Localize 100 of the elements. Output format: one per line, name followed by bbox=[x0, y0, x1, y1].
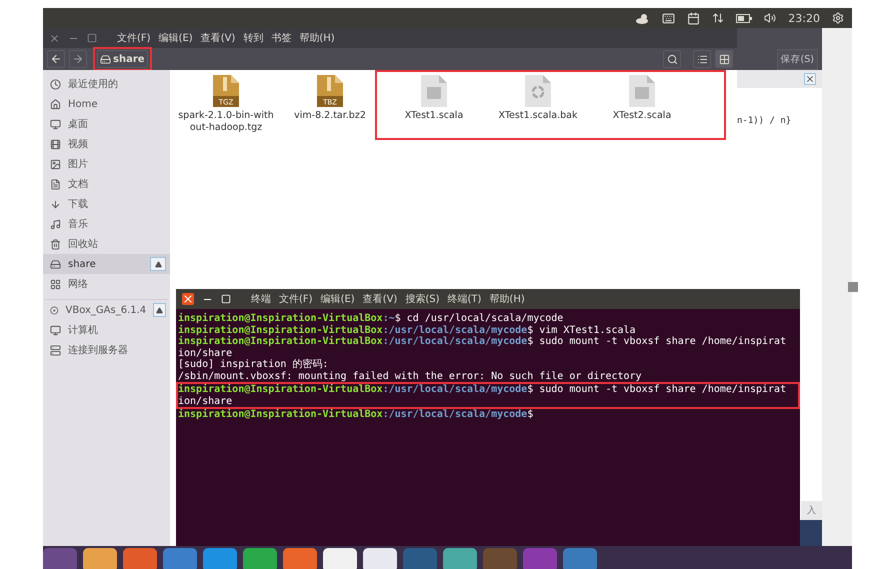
menu-item[interactable]: 编辑(E) bbox=[158, 31, 193, 45]
recycle-file-icon bbox=[525, 75, 551, 107]
keyboard-icon[interactable] bbox=[662, 12, 676, 24]
sidebar-label: 网络 bbox=[68, 278, 89, 291]
sidebar-item[interactable]: 连接到服务器 bbox=[43, 340, 170, 360]
menu-item[interactable]: 编辑(E) bbox=[320, 292, 355, 306]
back-icon bbox=[50, 53, 62, 65]
forward-icon bbox=[72, 53, 84, 65]
code-text: n-1)) / n} bbox=[737, 116, 792, 126]
save-button[interactable]: 保存(S) bbox=[776, 49, 818, 70]
close-icon[interactable] bbox=[182, 293, 194, 305]
file-name: XTest1.scala.bak bbox=[498, 110, 578, 122]
eject-button[interactable] bbox=[150, 257, 166, 271]
app-icon[interactable] bbox=[323, 548, 357, 569]
calendar-icon[interactable] bbox=[687, 12, 700, 24]
sidebar-label: 下载 bbox=[68, 198, 89, 211]
sidebar-item[interactable]: 音乐 bbox=[43, 214, 170, 234]
network-icon[interactable] bbox=[712, 12, 724, 24]
eject-button[interactable] bbox=[153, 303, 166, 317]
file-icon bbox=[629, 75, 655, 107]
sidebar-label: 音乐 bbox=[68, 218, 89, 231]
sidebar-label: VBox_GAs_6.1.4 bbox=[66, 304, 146, 316]
eject-icon bbox=[154, 260, 162, 268]
file-name: vim-8.2.tar.bz2 bbox=[293, 110, 367, 122]
power-icon[interactable] bbox=[832, 12, 844, 24]
app-icon[interactable] bbox=[363, 548, 397, 569]
sidebar-label: Home bbox=[68, 98, 99, 110]
sidebar-label: 图片 bbox=[68, 158, 89, 171]
sidebar-label: 计算机 bbox=[68, 324, 99, 337]
menu-item[interactable]: 转到 bbox=[243, 31, 264, 45]
sidebar-item[interactable]: 最近使用的 bbox=[43, 74, 170, 94]
terminal-line: /sbin/mount.vboxsf: mounting failed with the error: No such file or directory bbox=[178, 370, 643, 382]
sidebar-item[interactable]: Home bbox=[43, 94, 170, 114]
sidebar-item[interactable]: VBox_GAs_6.1.4 bbox=[43, 300, 170, 320]
drive-icon bbox=[100, 54, 111, 64]
file-item[interactable]: XTest2.scala bbox=[590, 75, 694, 138]
grid-icon bbox=[50, 278, 61, 290]
sidebar-label: 桌面 bbox=[68, 118, 89, 131]
terminal-line: inspiration@Inspiration-VirtualBox:/usr/local/scala/mycode$ sudo mount -t vboxsf share /home/inspirat bbox=[178, 384, 788, 396]
list-view-button[interactable] bbox=[693, 50, 711, 68]
sidebar-item[interactable]: 视频 bbox=[43, 134, 170, 154]
sidebar-item[interactable]: 回收站 bbox=[43, 234, 170, 254]
weather-icon[interactable] bbox=[636, 12, 650, 24]
menu-item[interactable]: 搜索(S) bbox=[405, 292, 440, 306]
sidebar-label: 最近使用的 bbox=[68, 78, 119, 91]
sidebar-label: 视频 bbox=[68, 138, 89, 151]
sidebar-item[interactable]: 文档 bbox=[43, 174, 170, 194]
terminal-line: inspiration@Inspiration-VirtualBox:/usr/local/scala/mycode$ vim XTest1.scala bbox=[178, 324, 637, 336]
disc-icon bbox=[50, 304, 58, 316]
grid-icon bbox=[718, 54, 730, 64]
monitor-icon bbox=[50, 324, 61, 336]
sidebar-item[interactable]: 桌面 bbox=[43, 114, 170, 134]
sidebar-item[interactable]: 计算机 bbox=[43, 320, 170, 340]
terminal-line: ion/share bbox=[178, 396, 234, 407]
location-button[interactable]: share bbox=[97, 50, 148, 68]
menu-item[interactable]: 文件(F) bbox=[117, 31, 151, 45]
menu-item[interactable]: 查看(V) bbox=[200, 31, 236, 45]
image-icon bbox=[50, 158, 61, 170]
menu-item[interactable]: 书签 bbox=[271, 31, 292, 45]
volume-icon[interactable] bbox=[764, 12, 776, 24]
input-button[interactable]: 入 bbox=[801, 501, 822, 520]
sidebar-label: 文档 bbox=[68, 178, 89, 191]
sidebar-item[interactable]: 图片 bbox=[43, 154, 170, 174]
close-icon[interactable] bbox=[804, 73, 816, 85]
eject-icon bbox=[156, 306, 164, 314]
clock-text[interactable]: 23:20 bbox=[788, 12, 820, 24]
forward-button[interactable] bbox=[69, 50, 87, 68]
sidebar-item[interactable]: share bbox=[43, 254, 170, 274]
menu-item[interactable]: 帮助(H) bbox=[299, 31, 335, 45]
menu-item[interactable]: 帮助(H) bbox=[489, 292, 525, 306]
terminal-line: inspiration@Inspiration-VirtualBox:~$ cd /usr/local/scala/mycode bbox=[178, 313, 564, 324]
drive-icon bbox=[50, 258, 61, 270]
sidebar-label: share bbox=[68, 258, 97, 270]
document-icon bbox=[50, 178, 61, 190]
search-button[interactable] bbox=[663, 50, 681, 68]
terminal-line: ion/share bbox=[178, 348, 234, 359]
sidebar-label: 连接到服务器 bbox=[68, 344, 129, 357]
terminal-line: [sudo] inspiration 的密码: bbox=[178, 359, 330, 370]
file-name: XTest1.scala bbox=[404, 110, 464, 122]
grid-view-button[interactable] bbox=[715, 50, 733, 68]
sidebar-item[interactable]: 下载 bbox=[43, 194, 170, 214]
home-icon bbox=[50, 98, 61, 110]
file-name: spark-2.1.0-bin-without-hadoop.tgz bbox=[178, 110, 274, 134]
file-item[interactable]: XTest1.scala.bak bbox=[486, 75, 590, 138]
scroll-marker-icon bbox=[848, 282, 858, 292]
menu-item[interactable]: 查看(V) bbox=[362, 292, 398, 306]
film-icon bbox=[50, 138, 61, 150]
file-icon bbox=[421, 75, 447, 107]
sidebar-item[interactable]: 网络 bbox=[43, 274, 170, 294]
menu-item[interactable]: 终端(T) bbox=[448, 292, 482, 306]
terminal-line: inspiration@Inspiration-VirtualBox:/usr/local/scala/mycode$ bbox=[178, 409, 534, 420]
server-icon bbox=[50, 344, 61, 356]
menu-item[interactable]: 文件(F) bbox=[279, 292, 313, 306]
trash-icon bbox=[50, 238, 61, 250]
clock-icon bbox=[50, 78, 61, 90]
archive-icon bbox=[317, 75, 343, 107]
back-button[interactable] bbox=[47, 50, 65, 68]
file-item[interactable]: XTest1.scala bbox=[382, 75, 486, 138]
battery-icon[interactable] bbox=[736, 14, 752, 22]
menu-item[interactable]: 终端 bbox=[251, 292, 271, 306]
